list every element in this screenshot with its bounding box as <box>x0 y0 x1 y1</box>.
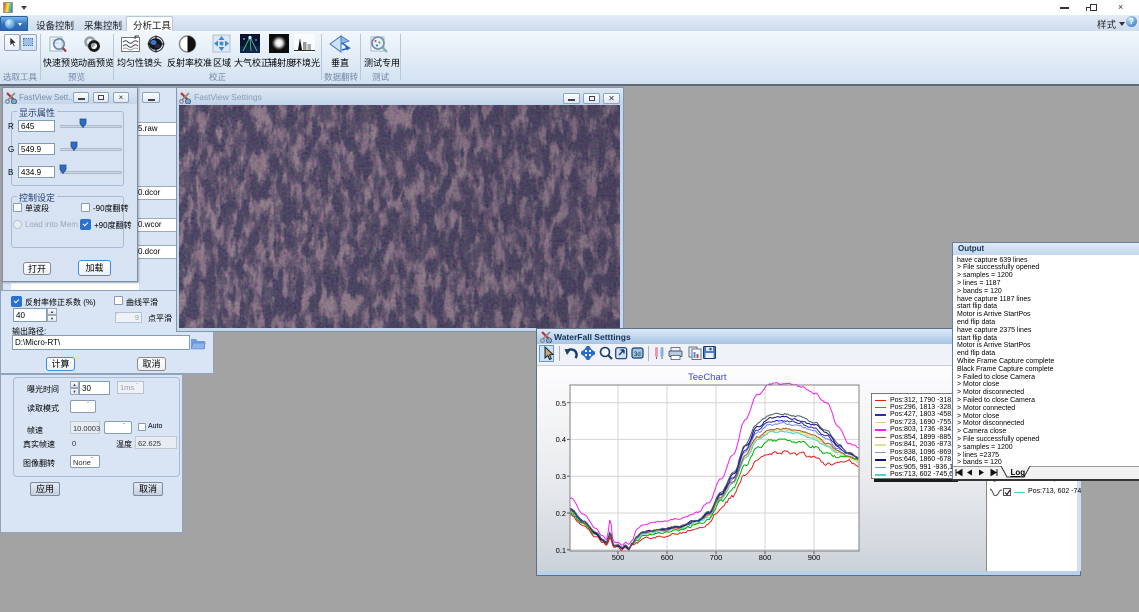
svg-text:3d: 3d <box>634 352 641 358</box>
svg-text:Log: Log <box>1011 468 1026 477</box>
